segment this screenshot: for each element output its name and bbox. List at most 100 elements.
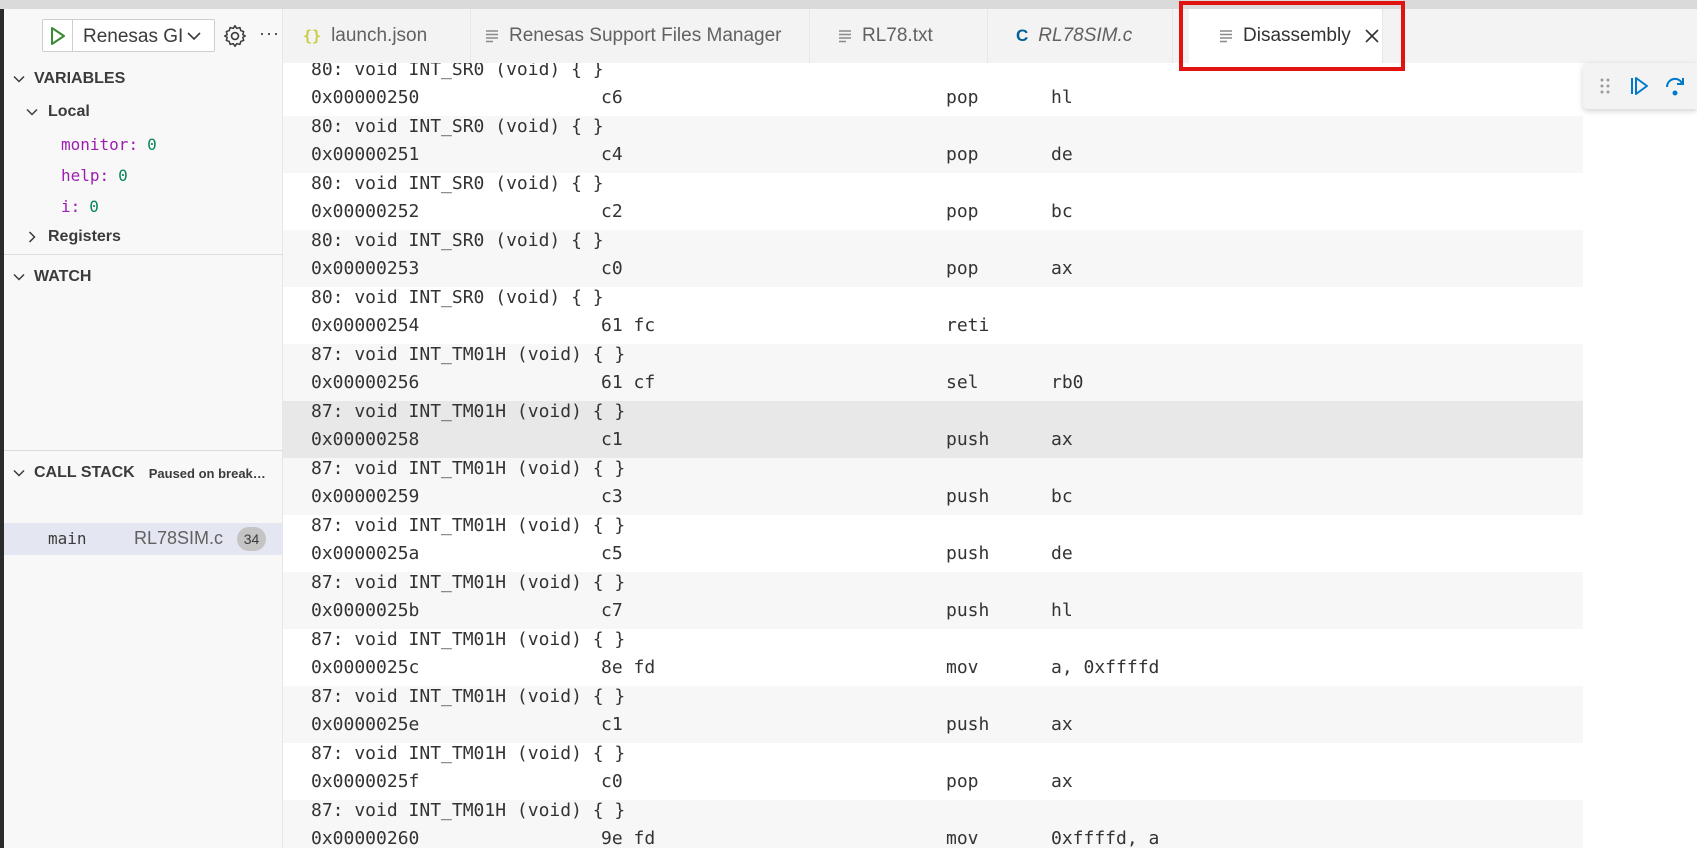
instruction-operands: rb0 [1051, 372, 1084, 393]
instruction-address: 0x0000025e [311, 714, 420, 735]
callstack-function: main [48, 529, 87, 548]
window-top-strip [0, 0, 1697, 9]
instruction-opcode: push [946, 543, 990, 564]
step-over-icon[interactable] [1663, 74, 1687, 98]
start-debugging-button[interactable] [43, 20, 73, 51]
watch-title: WATCH [34, 268, 92, 285]
variable-item[interactable]: i:0 [61, 190, 99, 222]
source-line: 87: void INT_TM01H (void) { } [311, 686, 626, 707]
disassembly-row[interactable]: 87: void INT_TM01H (void) { } 0x00000260 9… [283, 800, 1583, 848]
instruction-operands: ax [1051, 258, 1073, 279]
instruction-address: 0x00000260 [311, 828, 420, 848]
continue-icon[interactable] [1627, 74, 1651, 98]
source-line: 87: void INT_TM01H (void) { } [311, 515, 626, 536]
instruction-address: 0x00000258 [311, 429, 420, 450]
debug-toolbar: Renesas GI ··· [4, 9, 283, 62]
disassembly-row[interactable]: 87: void INT_TM01H (void) { } 0x00000259 c… [283, 458, 1583, 515]
chevron-down-icon [13, 273, 25, 281]
instruction-bytes: c1 [601, 714, 623, 735]
source-line: 80: void INT_SR0 (void) { } [311, 173, 604, 194]
instruction-address: 0x00000250 [311, 87, 420, 108]
instruction-operands: de [1051, 543, 1073, 564]
instruction-operands: hl [1051, 87, 1073, 108]
instruction-address: 0x00000251 [311, 144, 420, 165]
disassembly-row[interactable]: 80: void INT_SR0 (void) { } 0x00000254 61 … [283, 287, 1583, 344]
instruction-bytes: c2 [601, 201, 623, 222]
callstack-line-badge: 34 [237, 527, 266, 551]
callstack-status: Paused on break… [148, 465, 266, 481]
instruction-opcode: pop [946, 258, 979, 279]
instruction-address: 0x00000254 [311, 315, 420, 336]
section-divider [4, 254, 283, 255]
tab-renesas-support-files-manager[interactable]: Renesas Support Files Manager [471, 9, 810, 63]
instruction-opcode: push [946, 429, 990, 450]
chevron-down-icon [187, 32, 201, 41]
disassembly-row[interactable]: 80: void INT_SR0 (void) { } 0x00000250 c6 p… [283, 63, 1583, 116]
variable-separator: : [70, 196, 81, 216]
tab-rl78sim-c[interactable]: C RL78SIM.c [988, 9, 1173, 63]
source-line: 80: void INT_SR0 (void) { } [311, 63, 604, 80]
instruction-bytes: c1 [601, 429, 623, 450]
c-file-icon: C [1016, 26, 1029, 45]
instruction-address: 0x0000025c [311, 657, 420, 678]
callstack-section-header[interactable]: CALL STACK Paused on break… [4, 458, 283, 488]
variables-title: VARIABLES [34, 70, 126, 87]
disassembly-row[interactable]: 80: void INT_SR0 (void) { } 0x00000251 c4 p… [283, 116, 1583, 173]
instruction-operands: hl [1051, 600, 1073, 621]
source-line: 87: void INT_TM01H (void) { } [311, 401, 626, 422]
scope-local[interactable]: Local [4, 96, 283, 128]
source-line: 87: void INT_TM01H (void) { } [311, 629, 626, 650]
instruction-address: 0x00000256 [311, 372, 420, 393]
instruction-operands: ax [1051, 714, 1073, 735]
variable-separator: : [128, 134, 139, 154]
instruction-address: 0x00000259 [311, 486, 420, 507]
disassembly-row[interactable]: 87: void INT_TM01H (void) { } 0x0000025a c… [283, 515, 1583, 572]
debug-float-toolbar [1583, 63, 1697, 109]
instruction-opcode: sel [946, 372, 979, 393]
launch-config-select[interactable]: Renesas GI [42, 19, 215, 52]
tab-launch-json[interactable]: {} launch.json [283, 9, 471, 63]
instruction-address: 0x00000252 [311, 201, 420, 222]
variables-section-header[interactable]: VARIABLES [4, 64, 283, 94]
watch-section-header[interactable]: WATCH [4, 262, 283, 292]
disassembly-row[interactable]: 80: void INT_SR0 (void) { } 0x00000253 c0 p… [283, 230, 1583, 287]
instruction-operands: bc [1051, 486, 1073, 507]
chevron-down-icon [26, 108, 38, 116]
instruction-address: 0x0000025b [311, 600, 420, 621]
instruction-address: 0x00000253 [311, 258, 420, 279]
disassembly-row[interactable]: 87: void INT_TM01H (void) { } 0x00000256 6… [283, 344, 1583, 401]
section-divider [4, 450, 283, 451]
tab-rl78-txt[interactable]: RL78.txt [810, 9, 988, 63]
disassembly-row[interactable]: 87: void INT_TM01H (void) { } 0x0000025c 8… [283, 629, 1583, 686]
source-line: 80: void INT_SR0 (void) { } [311, 230, 604, 251]
instruction-operands: ax [1051, 429, 1073, 450]
variable-separator: : [99, 165, 110, 185]
source-line: 80: void INT_SR0 (void) { } [311, 287, 604, 308]
gear-icon[interactable] [222, 23, 248, 49]
source-line: 87: void INT_TM01H (void) { } [311, 800, 626, 821]
disassembly-row[interactable]: 80: void INT_SR0 (void) { } 0x00000252 c2 p… [283, 173, 1583, 230]
chevron-right-icon [28, 231, 36, 243]
instruction-opcode: pop [946, 144, 979, 165]
scope-registers[interactable]: Registers [4, 221, 283, 253]
disassembly-row[interactable]: 87: void INT_TM01H (void) { } 0x0000025e c… [283, 686, 1583, 743]
instruction-opcode: push [946, 600, 990, 621]
json-braces-icon: {} [303, 27, 322, 45]
instruction-opcode: pop [946, 201, 979, 222]
tab-label: Renesas Support Files Manager [509, 25, 782, 46]
source-line: 87: void INT_TM01H (void) { } [311, 743, 626, 764]
callstack-file: RL78SIM.c [134, 528, 224, 548]
disassembly-view[interactable]: 80: void INT_SR0 (void) { } 0x00000250 c6 p… [283, 63, 1583, 848]
variable-item[interactable]: help:0 [61, 159, 128, 191]
more-actions-icon[interactable]: ··· [259, 23, 280, 44]
variable-item[interactable]: monitor:0 [61, 128, 157, 160]
drag-handle-icon[interactable] [1593, 74, 1617, 98]
variable-value: 0 [147, 134, 157, 154]
instruction-bytes: 9e fd [601, 828, 656, 848]
instruction-operands: bc [1051, 201, 1073, 222]
disassembly-row[interactable]: 87: void INT_TM01H (void) { } 0x0000025f c… [283, 743, 1583, 800]
instruction-opcode: reti [946, 315, 990, 336]
disassembly-row[interactable]: 87: void INT_TM01H (void) { } 0x00000258 c… [283, 401, 1583, 458]
disassembly-row[interactable]: 87: void INT_TM01H (void) { } 0x0000025b c… [283, 572, 1583, 629]
callstack-frame[interactable]: main RL78SIM.c 34 [4, 523, 283, 555]
